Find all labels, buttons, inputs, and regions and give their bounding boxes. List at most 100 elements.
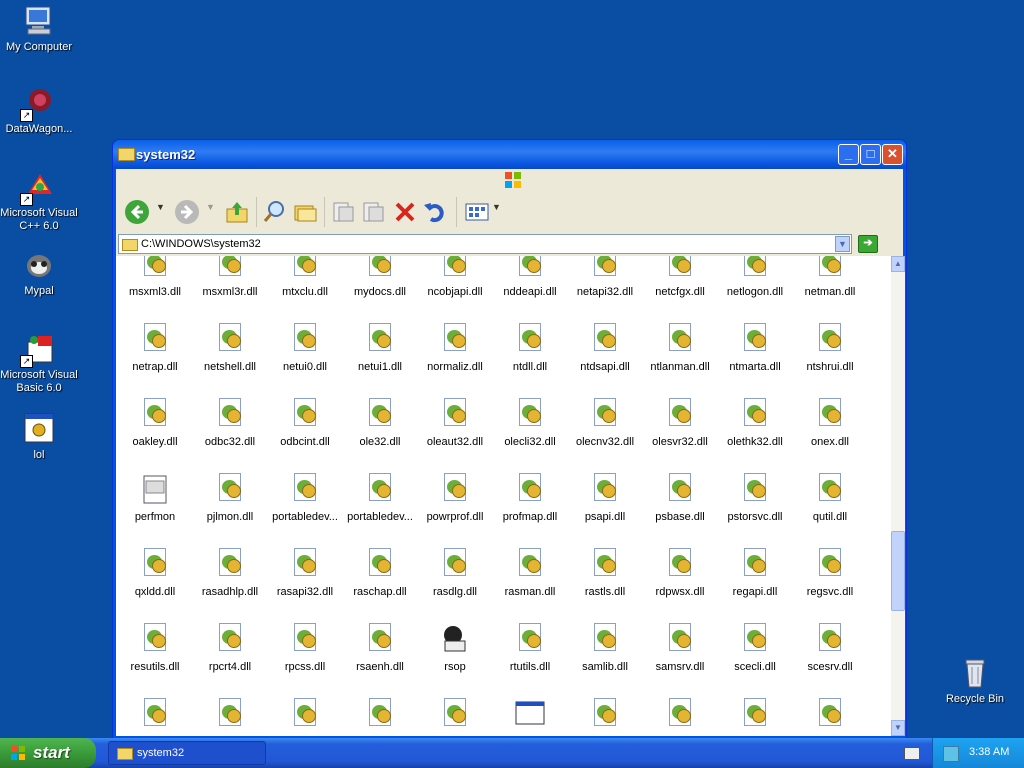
desktop-icon-my-computer[interactable]: My Computer [0, 4, 78, 54]
network-icon[interactable] [943, 746, 959, 762]
file-item[interactable]: rpcss.dll [266, 623, 344, 673]
address-input[interactable]: C:\WINDOWS\system32 ▼ [118, 234, 852, 254]
start-button[interactable]: start [0, 738, 96, 768]
file-item[interactable]: powrprof.dll [416, 473, 494, 523]
file-item[interactable]: netui0.dll [266, 323, 344, 373]
file-item[interactable] [341, 698, 419, 730]
forward-button[interactable] [174, 199, 200, 225]
file-item[interactable]: perfmon [116, 473, 194, 523]
file-item[interactable]: rasapi32.dll [266, 548, 344, 598]
scroll-up-button[interactable]: ▲ [891, 256, 905, 272]
file-item[interactable]: resutils.dll [116, 623, 194, 673]
file-item[interactable]: mtxclu.dll [266, 256, 344, 298]
desktop-icon-recycle-bin[interactable]: Recycle Bin [936, 656, 1014, 706]
file-item[interactable] [416, 698, 494, 730]
file-item[interactable]: oleaut32.dll [416, 398, 494, 448]
back-dropdown-icon[interactable]: ▼ [156, 202, 165, 212]
file-item[interactable]: netui1.dll [341, 323, 419, 373]
file-item[interactable]: msxml3r.dll [191, 256, 269, 298]
minimize-button[interactable]: _ [838, 144, 859, 165]
file-item[interactable]: odbc32.dll [191, 398, 269, 448]
views-dropdown-icon[interactable]: ▼ [492, 202, 501, 212]
file-item[interactable]: raschap.dll [341, 548, 419, 598]
title-bar[interactable]: system32 _ □ ✕ [113, 140, 906, 169]
file-item[interactable]: netman.dll [791, 256, 869, 298]
copy-to-button[interactable] [360, 199, 386, 225]
file-item[interactable]: regsvc.dll [791, 548, 869, 598]
file-item[interactable]: ncobjapi.dll [416, 256, 494, 298]
file-item[interactable]: msxml3.dll [116, 256, 194, 298]
file-item[interactable]: ntlanman.dll [641, 323, 719, 373]
file-item[interactable]: scesrv.dll [791, 623, 869, 673]
back-button[interactable] [124, 199, 150, 225]
file-item[interactable]: pstorsvc.dll [716, 473, 794, 523]
file-item[interactable]: nddeapi.dll [491, 256, 569, 298]
file-item[interactable]: ntshrui.dll [791, 323, 869, 373]
file-item[interactable] [491, 698, 569, 730]
file-item[interactable]: ntdsapi.dll [566, 323, 644, 373]
file-item[interactable] [116, 698, 194, 730]
move-to-button[interactable] [330, 199, 356, 225]
file-item[interactable]: rtutils.dll [491, 623, 569, 673]
file-item[interactable]: olethk32.dll [716, 398, 794, 448]
file-item[interactable]: olesvr32.dll [641, 398, 719, 448]
file-item[interactable]: rasdlg.dll [416, 548, 494, 598]
file-item[interactable] [566, 698, 644, 730]
file-item[interactable]: rasman.dll [491, 548, 569, 598]
file-item[interactable]: rpcrt4.dll [191, 623, 269, 673]
address-dropdown-button[interactable]: ▼ [835, 236, 850, 252]
up-folder-button[interactable] [224, 199, 250, 225]
file-item[interactable]: olecli32.dll [491, 398, 569, 448]
file-item[interactable]: netrap.dll [116, 323, 194, 373]
file-item[interactable]: portabledev... [266, 473, 344, 523]
file-item[interactable] [791, 698, 869, 730]
scroll-thumb[interactable] [891, 531, 905, 611]
file-item[interactable]: normaliz.dll [416, 323, 494, 373]
file-item[interactable]: psapi.dll [566, 473, 644, 523]
file-item[interactable]: mydocs.dll [341, 256, 419, 298]
file-item[interactable]: oakley.dll [116, 398, 194, 448]
file-item[interactable]: rsop [416, 623, 494, 673]
scroll-down-button[interactable]: ▼ [891, 720, 905, 736]
file-item[interactable]: ntdll.dll [491, 323, 569, 373]
file-item[interactable]: onex.dll [791, 398, 869, 448]
file-item[interactable]: portabledev... [341, 473, 419, 523]
file-item[interactable]: qxldd.dll [116, 548, 194, 598]
file-item[interactable]: rsaenh.dll [341, 623, 419, 673]
file-item[interactable]: netlogon.dll [716, 256, 794, 298]
undo-button[interactable] [422, 199, 448, 225]
file-item[interactable] [191, 698, 269, 730]
file-item[interactable] [716, 698, 794, 730]
vertical-scrollbar[interactable]: ▲ ▼ [891, 256, 905, 736]
views-button[interactable] [464, 199, 490, 225]
maximize-button[interactable]: □ [860, 144, 881, 165]
file-item[interactable]: pjlmon.dll [191, 473, 269, 523]
file-item[interactable] [641, 698, 719, 730]
file-item[interactable]: ole32.dll [341, 398, 419, 448]
file-item[interactable]: ntmarta.dll [716, 323, 794, 373]
file-item[interactable]: odbcint.dll [266, 398, 344, 448]
file-item[interactable]: profmap.dll [491, 473, 569, 523]
file-item[interactable]: netapi32.dll [566, 256, 644, 298]
clock[interactable]: 3:38 AM [969, 746, 1009, 758]
file-item[interactable]: samlib.dll [566, 623, 644, 673]
file-item[interactable]: psbase.dll [641, 473, 719, 523]
file-item[interactable]: rastls.dll [566, 548, 644, 598]
keyboard-icon[interactable] [904, 747, 920, 760]
delete-button[interactable] [392, 199, 418, 225]
go-button[interactable]: ➔ [858, 235, 878, 253]
desktop-icon-lol[interactable]: lol [0, 412, 78, 462]
file-item[interactable]: qutil.dll [791, 473, 869, 523]
search-button[interactable] [262, 199, 288, 225]
file-item[interactable]: olecnv32.dll [566, 398, 644, 448]
file-item[interactable]: scecli.dll [716, 623, 794, 673]
desktop-icon-visual-basic[interactable]: ↗ Microsoft Visual Basic 6.0 [0, 332, 78, 395]
folders-button[interactable] [292, 199, 318, 225]
file-item[interactable]: netshell.dll [191, 323, 269, 373]
close-button[interactable]: ✕ [882, 144, 903, 165]
desktop-icon-datawagon[interactable]: ↗ DataWagon... [0, 86, 78, 136]
file-item[interactable]: rasadhlp.dll [191, 548, 269, 598]
file-item[interactable]: netcfgx.dll [641, 256, 719, 298]
file-item[interactable]: regapi.dll [716, 548, 794, 598]
taskbar-button-system32[interactable]: system32 [108, 741, 266, 765]
